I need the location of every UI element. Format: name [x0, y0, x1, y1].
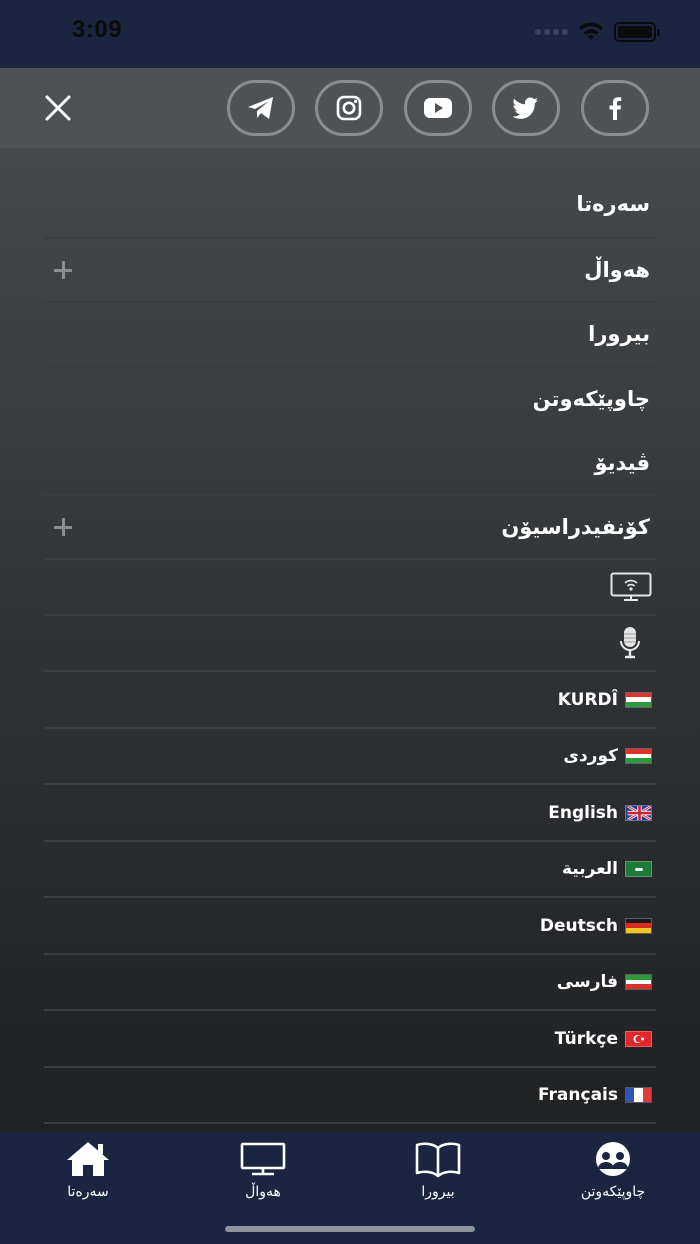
facebook-button[interactable]: [581, 80, 649, 136]
microphone-icon: [620, 627, 640, 659]
twitter-button[interactable]: [492, 80, 560, 136]
menu-item-interviews[interactable]: چاوپێکەوتن: [44, 367, 656, 432]
language-item-english[interactable]: English: [44, 785, 656, 842]
close-button[interactable]: [40, 90, 76, 126]
language-item-kurdi-latin[interactable]: KURDÎ: [44, 672, 656, 729]
uk-flag-icon: [625, 804, 652, 821]
turkey-flag-icon: [625, 1030, 652, 1047]
home-indicator: [225, 1226, 475, 1232]
status-bar: 3:09: [0, 0, 700, 68]
language-label: Deutsch: [539, 915, 618, 936]
saudi-flag-icon: [625, 861, 652, 877]
language-label: العربية: [561, 859, 618, 879]
kurdistan-flag-icon: [625, 691, 652, 708]
expand-plus-icon[interactable]: [52, 259, 74, 281]
interview-icon: [596, 1142, 630, 1176]
language-item-french[interactable]: Français: [44, 1068, 656, 1124]
youtube-button[interactable]: [404, 80, 472, 136]
menu-item-news[interactable]: هەواڵ: [44, 239, 656, 303]
expand-plus-icon[interactable]: [52, 516, 74, 538]
language-item-arabic[interactable]: العربية: [44, 842, 656, 898]
book-icon: [415, 1142, 461, 1178]
status-time: 3:09: [72, 16, 123, 43]
language-label: کوردی: [563, 746, 618, 766]
language-label: Français: [538, 1085, 618, 1105]
menu-header: [0, 68, 700, 148]
language-item-turkish[interactable]: Türkçe: [44, 1011, 656, 1068]
menu-item-label: ڤیدیۆ: [594, 451, 650, 475]
france-flag-icon: [625, 1087, 652, 1103]
language-item-german[interactable]: Deutsch: [44, 898, 656, 955]
telegram-icon: [248, 97, 273, 119]
battery-icon: [614, 22, 660, 42]
facebook-icon: [609, 97, 622, 120]
instagram-button[interactable]: [315, 80, 383, 136]
tv-icon: [240, 1142, 286, 1176]
live-tv-icon: [610, 572, 652, 601]
language-label: KURDÎ: [557, 689, 618, 710]
tab-label: چاوپێکەوتن: [580, 1184, 646, 1200]
twitter-icon: [513, 97, 538, 119]
menu-item-radio[interactable]: [44, 616, 656, 672]
instagram-icon: [336, 95, 362, 121]
language-label: English: [548, 802, 618, 823]
tab-opinion[interactable]: بیرورا: [373, 1140, 503, 1210]
menu-item-label: بیرورا: [588, 322, 650, 346]
menu-item-opinion[interactable]: بیرورا: [44, 303, 656, 367]
telegram-button[interactable]: [227, 80, 295, 136]
menu-item-label: هەواڵ: [584, 258, 650, 282]
germany-flag-icon: [625, 917, 652, 934]
language-label: فارسی: [556, 972, 618, 992]
menu-item-label: چاوپێکەوتن: [532, 386, 650, 411]
side-menu: سەرەتا هەواڵ بیرورا چاوپێکەوتن ڤیدیۆ کۆن…: [0, 148, 700, 1132]
menu-item-home[interactable]: سەرەتا: [44, 170, 656, 239]
close-icon: [45, 95, 71, 121]
tab-home[interactable]: سەرەتا: [23, 1140, 153, 1210]
tab-news[interactable]: هەواڵ: [198, 1140, 328, 1210]
tab-label: سەرەتا: [67, 1184, 109, 1200]
wifi-icon: [579, 22, 603, 40]
tab-label: هەواڵ: [245, 1184, 281, 1200]
menu-item-live-tv[interactable]: [44, 560, 656, 616]
menu-item-label: کۆنفیدراسیۆن: [501, 515, 650, 539]
menu-item-confederation[interactable]: کۆنفیدراسیۆن: [44, 496, 656, 560]
youtube-icon: [424, 98, 452, 118]
kurdistan-flag-icon: [625, 748, 652, 764]
iran-flag-icon: [625, 974, 652, 990]
language-item-kurdi-sorani[interactable]: کوردی: [44, 729, 656, 785]
home-icon: [67, 1142, 109, 1176]
menu-item-label: سەرەتا: [576, 191, 650, 216]
menu-item-video[interactable]: ڤیدیۆ: [44, 432, 656, 496]
tab-interviews[interactable]: چاوپێکەوتن: [548, 1140, 678, 1210]
language-label: Türkçe: [554, 1028, 618, 1049]
tab-label: بیرورا: [421, 1184, 455, 1200]
cellular-signal-icon: [535, 29, 568, 35]
status-indicators: [535, 22, 660, 42]
language-item-persian[interactable]: فارسی: [44, 955, 656, 1011]
